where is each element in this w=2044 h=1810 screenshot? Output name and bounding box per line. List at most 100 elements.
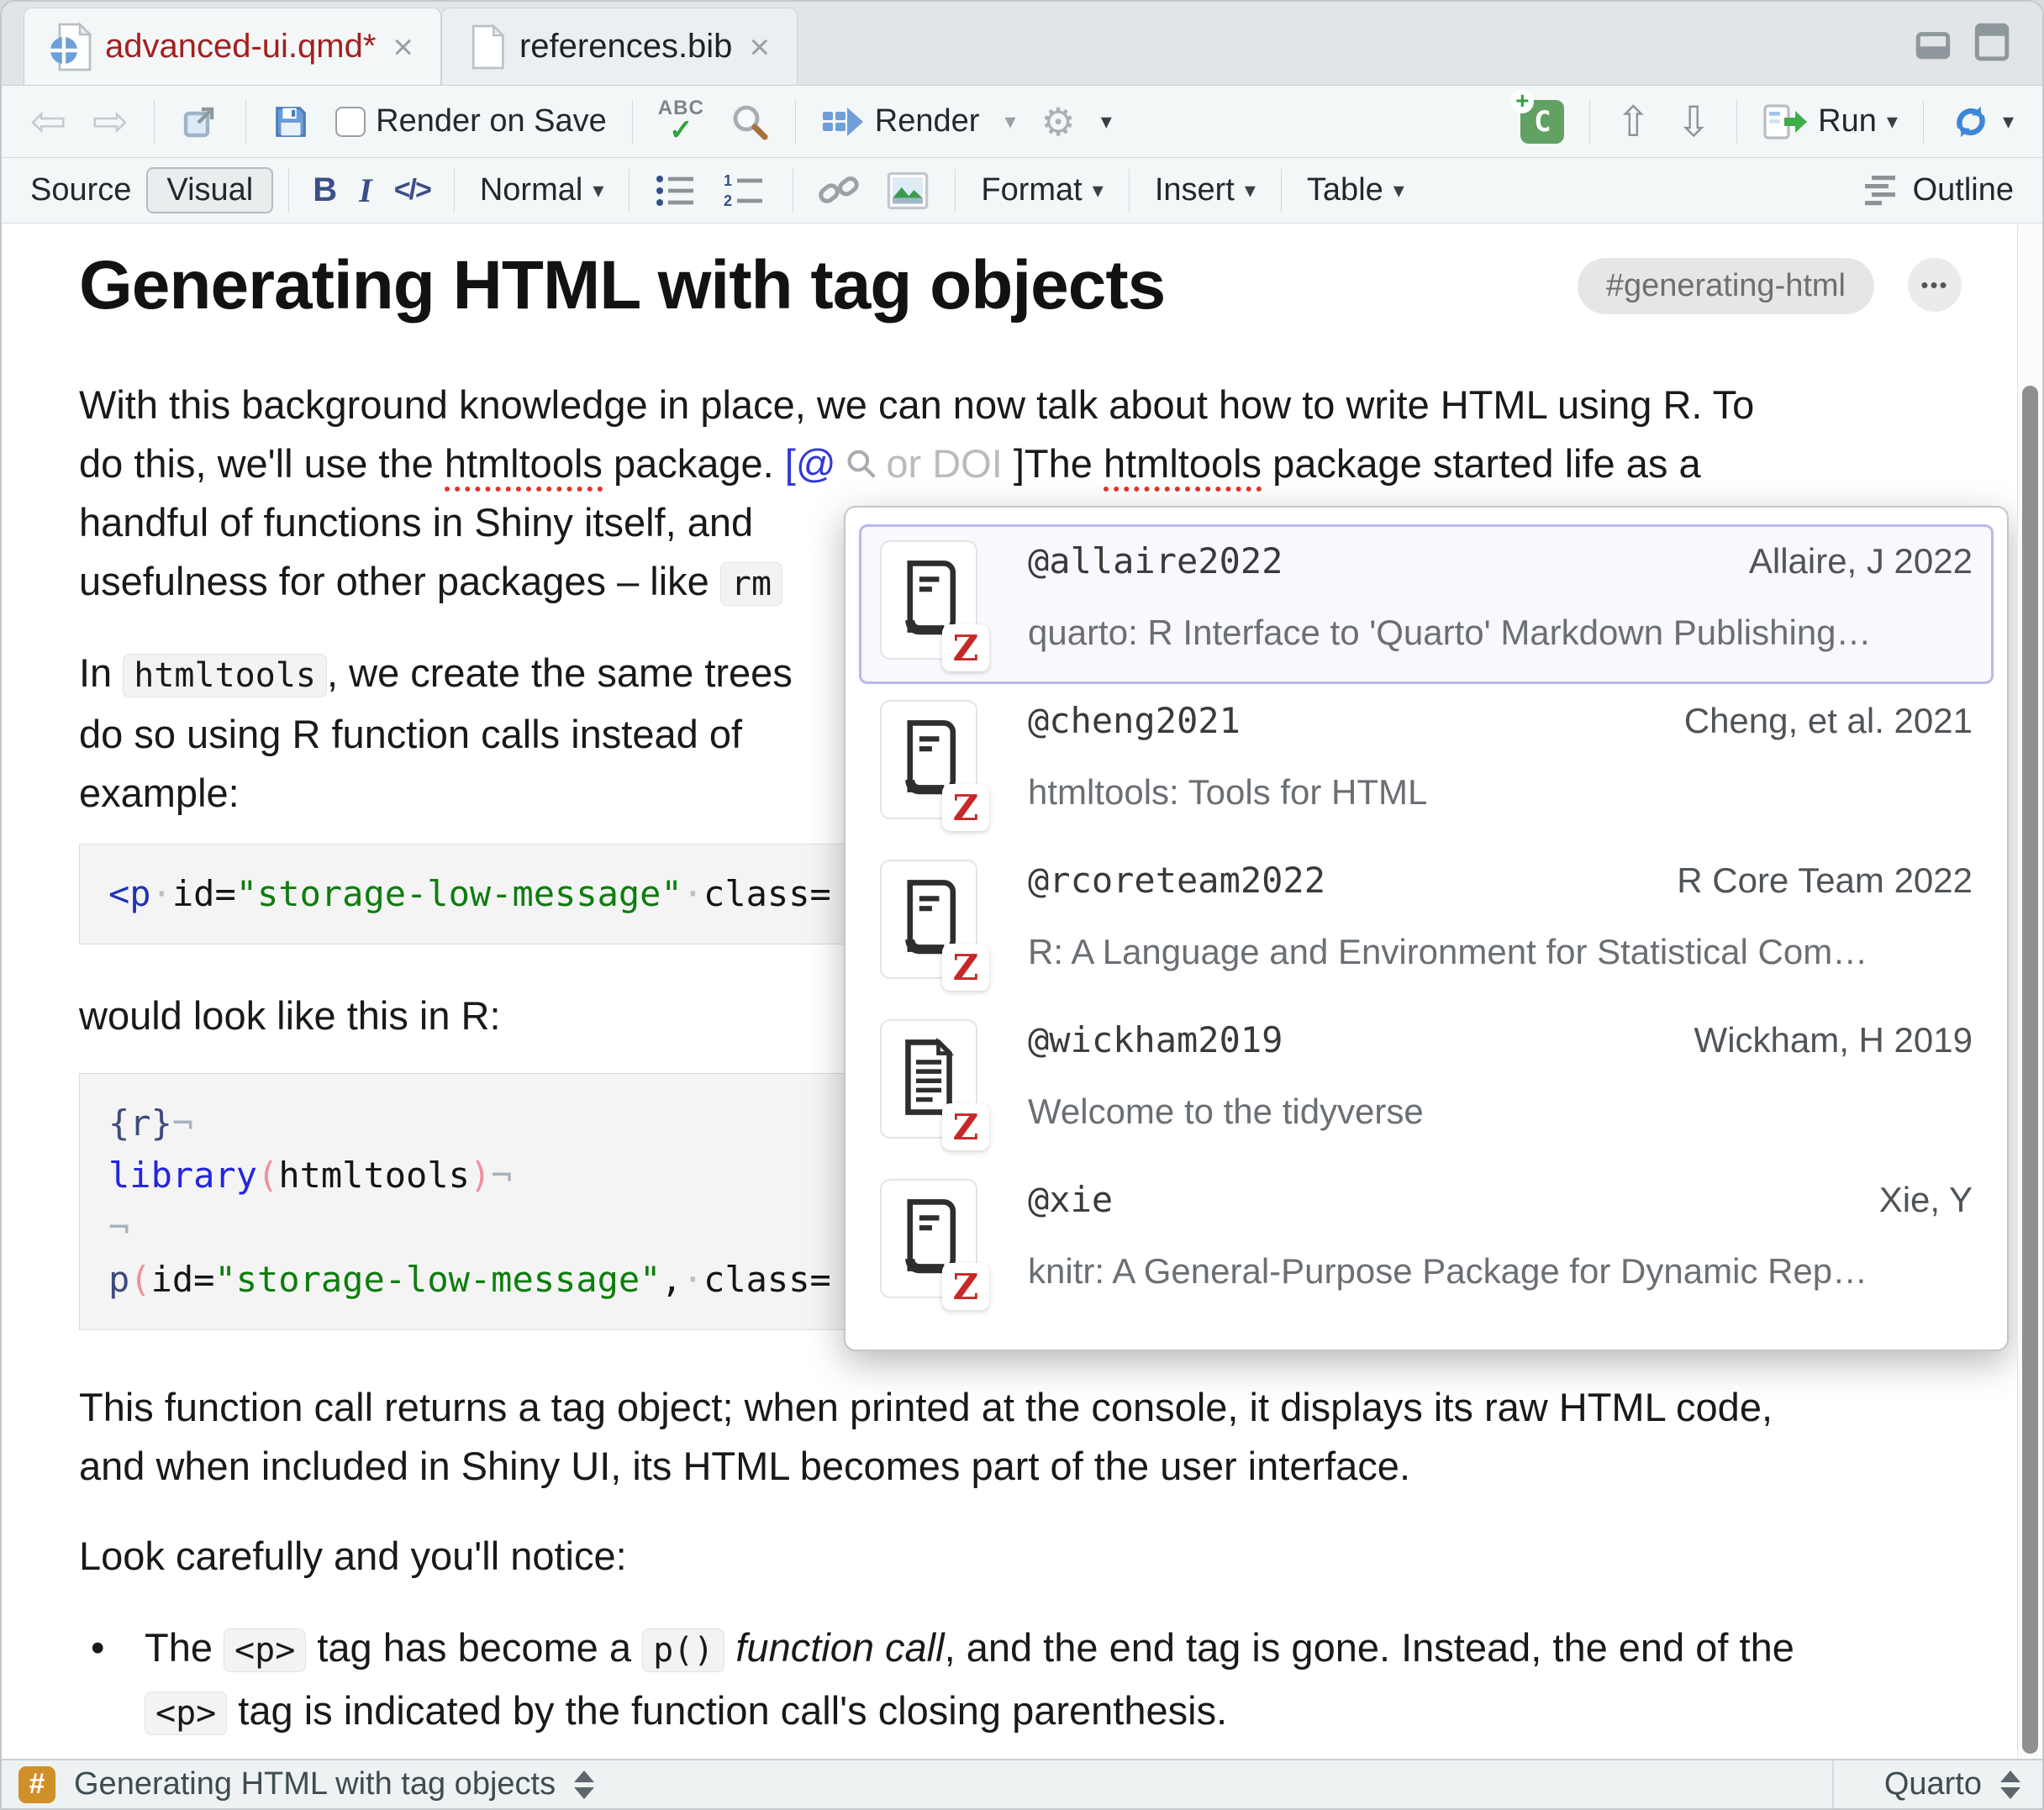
section-overflow-menu-icon[interactable]: ••• (1908, 258, 1962, 312)
text-segment: p() (642, 1628, 724, 1672)
text-segment: class= (703, 1259, 831, 1300)
tab-references-bib[interactable]: references.bib × (441, 8, 798, 85)
bullet-list-icon[interactable] (645, 167, 709, 214)
text-segment: ) (470, 1155, 491, 1196)
visual-editor-canvas[interactable]: Generating HTML with tag objects #genera… (2, 224, 2042, 1759)
citation-item[interactable]: Z @rcoreteam2022 R Core Team 2022 R: A L… (859, 844, 1994, 1003)
maximize-pane-icon[interactable] (1970, 20, 2012, 62)
text-segment: rm (720, 562, 782, 606)
forward-icon[interactable]: ⇨ (82, 95, 140, 149)
citation-item[interactable]: Z @xie Xie, Y knitr: A General-Purpose P… (859, 1163, 1994, 1323)
options-dropdown-caret[interactable]: ▾ (1091, 103, 1122, 139)
rstudio-editor-window: advanced-ui.qmd* × references.bib × ⇦ ⇨ (0, 0, 2044, 1810)
run-button[interactable]: Run ▾ (1752, 97, 1908, 147)
run-icon (1762, 102, 1808, 142)
insert-menu[interactable]: Insert ▾ (1145, 167, 1266, 213)
spellcheck-icon[interactable]: ABC ✓ (648, 94, 714, 148)
render-on-save-toggle[interactable]: Render on Save (325, 98, 617, 145)
toolbar-separator (288, 169, 289, 213)
text-segment: htmltools (1104, 441, 1262, 492)
visual-mode-button[interactable]: Visual (146, 167, 273, 213)
section-navigator-caret-icon[interactable] (574, 1771, 594, 1799)
citation-author-year: Cheng, et al. 2021 (1684, 701, 1973, 741)
bullet-marker: • (79, 1618, 145, 1744)
editor-tab-bar: advanced-ui.qmd* × references.bib × (2, 2, 2042, 86)
rerun-button[interactable]: ▾ (1939, 95, 2024, 149)
jump-previous-icon[interactable]: ⇧ (1605, 96, 1661, 148)
main-toolbar: ⇦ ⇨ Render on Save ABC ✓ (2, 86, 2042, 158)
mode-selector-caret-icon (2000, 1771, 2020, 1799)
citation-id: @wickham2019 (1028, 1019, 1694, 1060)
citation-title: knitr: A General-Purpose Package for Dyn… (1028, 1251, 1973, 1299)
format-menu[interactable]: Format ▾ (971, 167, 1113, 213)
close-tab-icon[interactable]: × (389, 27, 417, 67)
text-segment: tag has become a (306, 1625, 642, 1670)
inline-code-icon[interactable]: </> (386, 174, 439, 207)
citation-title: Welcome to the tidyverse (1028, 1092, 1973, 1139)
rerun-dropdown-caret[interactable]: ▾ (2003, 108, 2014, 134)
render-button[interactable]: Render (811, 98, 990, 145)
paragraph-style-caret: ▾ (593, 177, 603, 203)
citation-item[interactable]: Z @allaire2022 Allaire, J 2022 quarto: R… (859, 524, 1994, 684)
text-segment: , we create the same trees (327, 650, 793, 695)
find-replace-icon[interactable] (719, 97, 780, 147)
section-hash-icon: # (18, 1766, 55, 1803)
run-dropdown-caret[interactable]: ▾ (1887, 108, 1898, 134)
citation-item[interactable]: Z @cheng2021 Cheng, et al. 2021 htmltool… (859, 684, 1994, 844)
outline-icon (1864, 174, 1903, 208)
back-icon[interactable]: ⇦ (20, 95, 77, 149)
pane-window-controls (1913, 20, 2012, 62)
gear-icon[interactable]: ⚙ (1031, 97, 1086, 146)
citation-author-year: R Core Team 2022 (1677, 860, 1973, 901)
editor-scrollbar[interactable] (2017, 224, 2042, 1759)
zotero-badge-icon: Z (942, 624, 989, 671)
render-on-save-checkbox[interactable] (335, 107, 366, 137)
open-in-new-window-icon[interactable] (170, 97, 230, 147)
toolbar-separator (629, 169, 630, 213)
citation-id: @allaire2022 (1028, 540, 1749, 581)
document-mode-selector[interactable]: Quarto (1832, 1760, 2042, 1808)
text-segment: [@ (785, 441, 836, 486)
citation-title: R: A Language and Environment for Statis… (1028, 932, 1973, 980)
editor-status-bar: # Generating HTML with tag objects Quart… (2, 1759, 2042, 1808)
text-segment: In (79, 650, 123, 695)
toolbar-separator (1589, 100, 1590, 144)
save-icon[interactable] (261, 97, 320, 146)
link-icon[interactable] (809, 165, 871, 217)
text-line: Look carefully and you'll notice: (79, 1527, 1962, 1586)
bullet-list-item: • The <p> tag has become a p() function … (79, 1618, 1962, 1744)
tab-filename: references.bib (519, 28, 732, 66)
text-segment: ¬ (108, 1207, 129, 1248)
paragraph-style-dropdown[interactable]: Normal ▾ (470, 167, 614, 213)
citation-item[interactable]: Z @wickham2019 Wickham, H 2019 Welcome t… (859, 1003, 1994, 1163)
numbered-list-icon[interactable]: 1 2 (714, 167, 777, 214)
jump-next-icon[interactable]: ⇩ (1666, 96, 1721, 148)
toolbar-separator (1281, 169, 1282, 213)
toolbar-separator (1923, 100, 1924, 144)
bullet-text: The <p> tag has become a p() function ca… (145, 1618, 1794, 1744)
text-line: <p> tag is indicated by the function cal… (145, 1681, 1794, 1744)
insert-chunk-button[interactable]: C + (1510, 95, 1574, 149)
scrollbar-thumb[interactable] (2022, 386, 2038, 1754)
text-segment: ¬ (172, 1102, 193, 1144)
citation-title: quarto: R Interface to 'Quarto' Markdown… (1028, 613, 1973, 660)
citation-id: @rcoreteam2022 (1028, 860, 1677, 901)
bold-icon[interactable]: B (304, 171, 345, 209)
run-label: Run (1818, 103, 1877, 139)
text-segment: , and the end tag is gone. Instead, the … (945, 1625, 1794, 1670)
render-dropdown-caret[interactable]: ▾ (994, 103, 1025, 139)
citation-source-icon-frame: Z (880, 1019, 977, 1139)
minimize-pane-icon[interactable] (1913, 20, 1955, 62)
italic-icon[interactable]: I (350, 171, 381, 210)
tab-advanced-ui-qmd[interactable]: advanced-ui.qmd* × (24, 8, 441, 85)
section-navigator[interactable]: Generating HTML with tag objects (74, 1766, 556, 1802)
image-icon[interactable] (876, 166, 940, 215)
format-toolbar: Source Visual B I </> Normal ▾ 1 2 (2, 158, 2042, 224)
close-tab-icon[interactable]: × (745, 27, 773, 67)
text-segment: usefulness for other packages – like (79, 559, 720, 603)
source-mode-button[interactable]: Source (20, 167, 141, 213)
citation-autocomplete-popup: Z @allaire2022 Allaire, J 2022 quarto: R… (844, 506, 2009, 1351)
outline-toggle[interactable]: Outline (1854, 167, 2024, 213)
table-menu[interactable]: Table ▾ (1297, 167, 1414, 213)
zotero-badge-icon: Z (942, 1263, 989, 1310)
